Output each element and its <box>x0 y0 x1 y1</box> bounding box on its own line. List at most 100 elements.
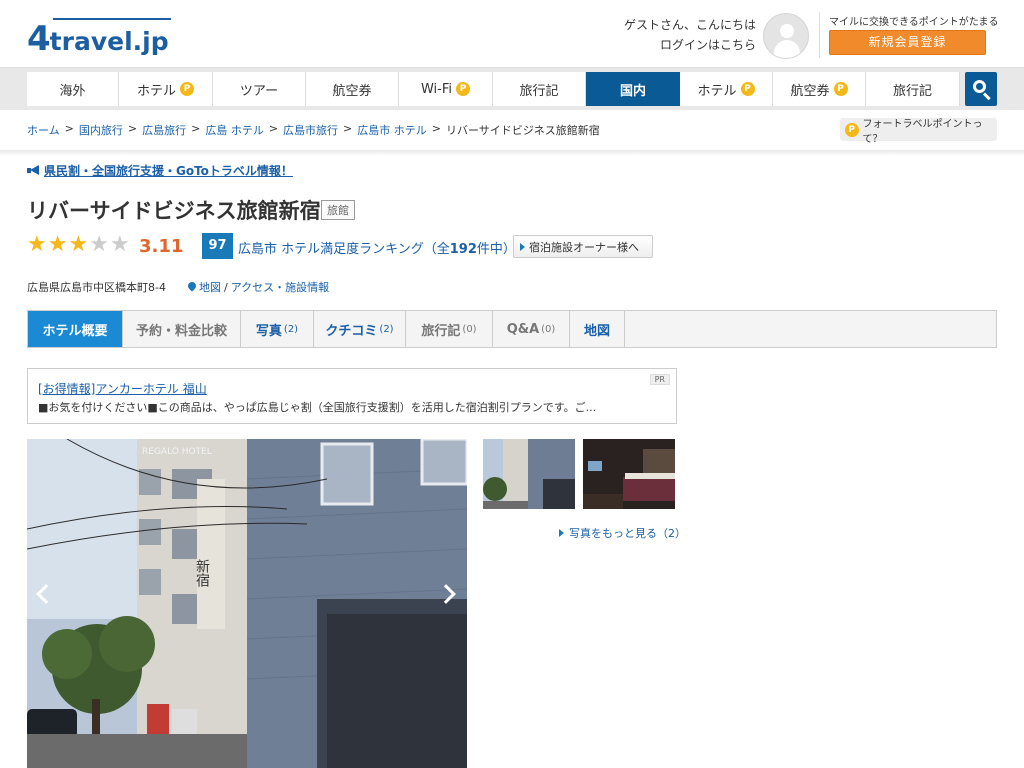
nav-label: ツアー <box>239 83 279 99</box>
avatar-head <box>780 24 794 38</box>
avatar-icon[interactable] <box>763 13 809 59</box>
nav-item-domestic[interactable]: 国内 <box>586 72 680 106</box>
tab-booking[interactable]: 予約・料金比較 <box>123 311 241 347</box>
breadcrumb-separator: > <box>64 122 74 135</box>
header-divider <box>819 12 820 58</box>
points-icon: P <box>740 82 755 96</box>
points-icon: P <box>845 122 859 137</box>
nav-label: 航空券 <box>790 83 830 99</box>
tab-count: (0) <box>462 323 477 335</box>
nav-item-domestic-travelogue[interactable]: 旅行記 <box>866 72 960 106</box>
nav-item-overseas[interactable]: 海外 <box>27 72 119 106</box>
nav-item-domestic-flight[interactable]: 航空券 P <box>773 72 866 106</box>
nav-item-overseas-flight[interactable]: 航空券 <box>306 72 399 106</box>
type-badge: 旅館 <box>321 200 355 220</box>
main-photo: 新宿 REGALO HOTEL <box>27 439 467 768</box>
ranking-suffix: 件中） <box>476 242 516 257</box>
tab-photos[interactable]: 写真 (2) <box>241 311 314 347</box>
star-filled-icon: ★ <box>68 232 89 257</box>
breadcrumb-link[interactable]: 広島 ホテル <box>205 122 264 138</box>
ranking-link[interactable]: 広島市 ホテル満足度ランキング（全192件中） <box>238 238 516 257</box>
logo-bar <box>53 18 171 20</box>
promo-label: 県民割・全国旅行支援・GoToトラベル情報！ <box>44 164 293 178</box>
breadcrumb-link[interactable]: ホーム <box>27 122 60 138</box>
tab-travelogues[interactable]: 旅行記 (0) <box>406 311 493 347</box>
nav-label: ホテル <box>136 83 176 99</box>
tab-qa[interactable]: Q&A (0) <box>493 311 570 347</box>
owner-button[interactable]: 宿泊施設オーナー様へ <box>513 235 653 258</box>
ranking-count: 192 <box>449 242 477 257</box>
global-nav: 海外 ホテル P ツアー 航空券 Wi-Fi P 旅行記 国内 ホテル P 航空券 P … <box>0 67 1024 110</box>
building-sign-regalo: REGALO HOTEL <box>142 447 212 457</box>
breadcrumb-link[interactable]: 国内旅行 <box>79 122 123 138</box>
points-help-link[interactable]: P フォートラベルポイントって？ <box>840 118 997 145</box>
nav-item-overseas-travelogue[interactable]: 旅行記 <box>493 72 586 106</box>
breadcrumb: ホーム > 国内旅行 > 広島旅行 > 広島 ホテル > 広島市旅行 > 広島市 ホテル >… <box>27 122 600 138</box>
tab-map[interactable]: 地図 <box>570 311 625 347</box>
tab-reviews[interactable]: クチコミ (2) <box>314 311 406 347</box>
nav-label: 航空券 <box>332 83 372 99</box>
tab-label: ホテル概要 <box>42 323 108 339</box>
thumbnail-room-image <box>583 439 675 509</box>
nav-label: ホテル <box>697 83 737 99</box>
photo-thumbnail[interactable] <box>483 439 575 509</box>
ad-description: ■お気を付けください■この商品は、やっぱ広島じゃ割（全国旅行支援割）を活用した宿… <box>38 401 597 414</box>
rank-score-badge: 97 <box>202 233 233 259</box>
logo-word: travel.jp <box>49 27 169 56</box>
breadcrumb-link[interactable]: 広島旅行 <box>142 122 186 138</box>
search-icon <box>973 80 986 93</box>
avatar-body <box>774 40 800 58</box>
more-photos-link[interactable]: 写真をもっと見る（2） <box>559 525 686 541</box>
greeting-line: ゲストさん、こんにちは <box>623 18 756 32</box>
access-link[interactable]: アクセス・施設情報 <box>231 279 329 295</box>
nav-label: 旅行記 <box>892 83 932 99</box>
map-pin-icon <box>186 280 198 292</box>
breadcrumb-separator: > <box>431 122 441 135</box>
tab-label: 写真 <box>255 323 282 339</box>
ranking-prefix: 広島市 ホテル満足度ランキング（全 <box>238 242 450 257</box>
tab-count: (2) <box>283 323 299 335</box>
hotel-tabs: ホテル概要 予約・料金比較 写真 (2) クチコミ (2) 旅行記 (0) Q&A (0… <box>27 310 997 348</box>
breadcrumb-shadow <box>0 150 1024 156</box>
site-logo[interactable]: 4 travel.jp <box>27 16 171 59</box>
ad-banner[interactable]: PR [お得情報]アンカーホテル 福山 ■お気を付けください■この商品は、やっぱ… <box>27 368 677 424</box>
tab-overview[interactable]: ホテル概要 <box>28 311 123 347</box>
triangle-right-icon <box>559 529 564 537</box>
triangle-right-icon <box>520 242 525 251</box>
tab-count: (2) <box>379 323 394 335</box>
breadcrumb-link[interactable]: 広島市旅行 <box>283 122 338 138</box>
hotel-address: 広島県広島市中区橋本町8-4 <box>27 281 166 294</box>
login-link[interactable]: ログインはこちら <box>624 35 756 55</box>
nav-item-overseas-hotel[interactable]: ホテル P <box>119 72 213 106</box>
building-sign-text: 新宿 <box>194 559 210 587</box>
promo-link[interactable]: 県民割・全国旅行支援・GoToトラベル情報！ <box>27 162 293 179</box>
nav-item-domestic-hotel[interactable]: ホテル P <box>680 72 773 106</box>
nav-label: 国内 <box>619 83 646 99</box>
register-button[interactable]: 新規会員登録 <box>829 30 986 55</box>
search-button[interactable] <box>965 72 997 106</box>
star-filled-icon: ★ <box>27 232 47 257</box>
nav-item-tour[interactable]: ツアー <box>213 72 306 106</box>
page-title: リバーサイドビジネス旅館新宿 <box>27 199 321 223</box>
points-note: マイルに交換できるポイントがたまる <box>829 17 999 28</box>
nav-item-wifi[interactable]: Wi-Fi P <box>399 72 493 106</box>
nav-tabs: 海外 ホテル P ツアー 航空券 Wi-Fi P 旅行記 国内 ホテル P 航空券 P … <box>27 72 960 106</box>
pr-badge: PR <box>649 374 670 385</box>
more-photos-label: 写真をもっと見る（2） <box>569 527 686 540</box>
nav-label: Wi-Fi <box>420 81 452 97</box>
logo-number: 4 <box>27 19 51 59</box>
photo-thumbnail[interactable] <box>583 439 675 509</box>
rating-score: 3.11 <box>139 236 184 257</box>
points-help-label: フォートラベルポイントって？ <box>862 118 983 145</box>
breadcrumb-separator: > <box>191 122 201 135</box>
rating-stars: ★ ★ ★ ★ ★ <box>27 233 130 257</box>
star-empty-icon: ★ <box>109 232 130 257</box>
star-empty-icon: ★ <box>89 232 109 257</box>
points-icon: P <box>456 82 470 96</box>
points-icon: P <box>833 82 848 96</box>
breadcrumb-link[interactable]: 広島市 ホテル <box>357 122 427 138</box>
ad-title-link[interactable]: [お得情報]アンカーホテル 福山 <box>38 380 207 397</box>
tab-label: クチコミ <box>325 323 378 339</box>
map-link[interactable]: 地図 <box>199 279 221 295</box>
tab-label: 予約・料金比較 <box>135 323 227 339</box>
